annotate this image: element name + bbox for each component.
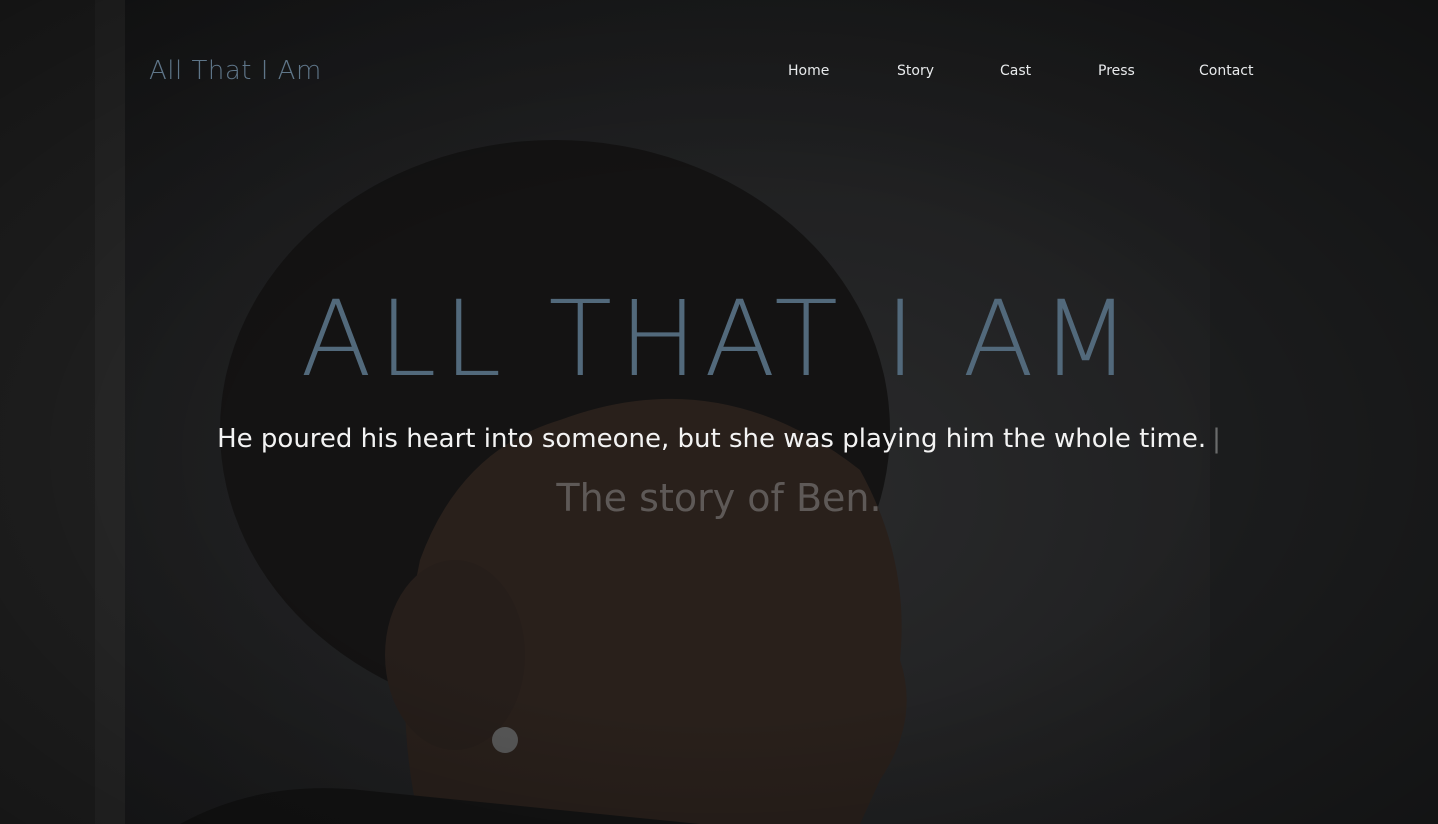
hero-title: ALL THAT I AM: [300, 278, 1138, 400]
nav-item-story[interactable]: Story: [897, 63, 934, 79]
typing-cursor: |: [1212, 424, 1221, 454]
nav-item-cast[interactable]: Cast: [1000, 63, 1031, 79]
hero-tagline-text: He poured his heart into someone, but sh…: [217, 424, 1207, 454]
hero-tagline: He poured his heart into someone, but sh…: [0, 424, 1438, 454]
hero-section: All That I Am Home Story Cast Press Cont…: [0, 0, 1438, 824]
nav-item-contact[interactable]: Contact: [1199, 63, 1253, 79]
hero-subline: The story of Ben.: [556, 476, 882, 520]
top-navigation: All That I Am Home Story Cast Press Cont…: [0, 0, 1438, 150]
nav-item-press[interactable]: Press: [1098, 63, 1135, 79]
site-logo[interactable]: All That I Am: [149, 56, 322, 86]
nav-item-home[interactable]: Home: [788, 63, 829, 79]
